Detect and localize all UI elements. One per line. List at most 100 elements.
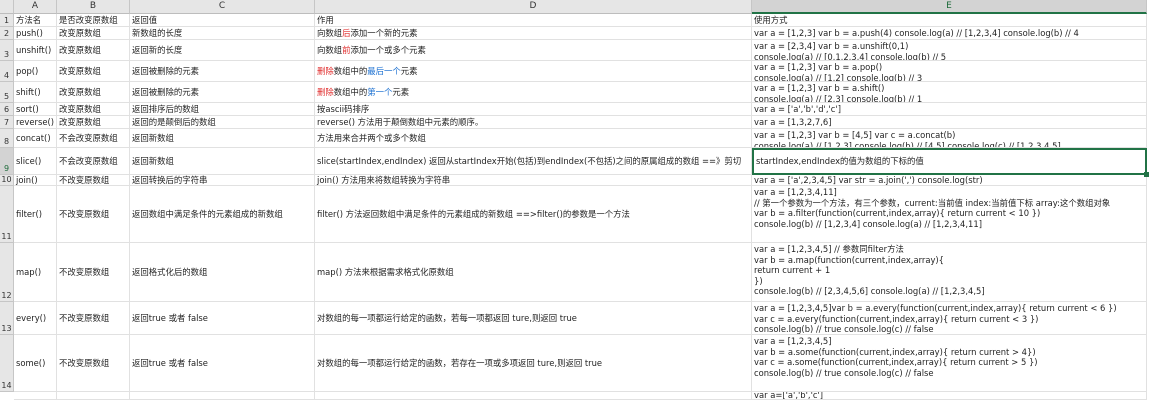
- cell-a15[interactable]: [14, 392, 57, 400]
- cell-a1[interactable]: 方法名: [14, 14, 57, 27]
- cell-d4[interactable]: 删除 数组中的 最后一个 元素: [315, 61, 752, 82]
- cell-c1[interactable]: 返回值: [130, 14, 315, 27]
- cell-text-line: startIndex,endIndex的值为数组的下标的值: [756, 156, 924, 167]
- cell-a5[interactable]: shift(): [14, 82, 57, 103]
- cell-d2[interactable]: 向数组后添加一个新的元素: [315, 27, 752, 40]
- cell-c11[interactable]: 返回数组中满足条件的元素组成的新数组: [130, 186, 315, 243]
- cell-b6[interactable]: 改变原数组: [57, 103, 130, 116]
- cell-d6[interactable]: 按ascii码排序: [315, 103, 752, 116]
- cell-c10[interactable]: 返回转换后的字符串: [130, 175, 315, 186]
- cell-b2[interactable]: 改变原数组: [57, 27, 130, 40]
- cell-e11[interactable]: var a = [1,2,3,4,11]// 第一个参数为一个方法，有三个参数，…: [752, 186, 1147, 243]
- row-header-11[interactable]: 11: [0, 186, 14, 243]
- cell-a8[interactable]: concat(): [14, 129, 57, 148]
- cell-a10[interactable]: join(): [14, 175, 57, 186]
- cell-c7[interactable]: 返回的是颠倒后的数组: [130, 116, 315, 129]
- cell-a7[interactable]: reverse(): [14, 116, 57, 129]
- cell-a2[interactable]: push(): [14, 27, 57, 40]
- cell-a14[interactable]: some(): [14, 335, 57, 392]
- cell-a6[interactable]: sort(): [14, 103, 57, 116]
- column-header-a[interactable]: A: [14, 0, 57, 14]
- cell-c8[interactable]: 返回新数组: [130, 129, 315, 148]
- cell-e10[interactable]: var a = ['a',2,3,4,5] var str = a.join('…: [752, 175, 1147, 186]
- row-header-13[interactable]: 13: [0, 302, 14, 335]
- cell-c12[interactable]: 返回格式化后的数组: [130, 243, 315, 302]
- cell-e7[interactable]: var a = [1,3,2,7,6] console.log(a.revers…: [752, 116, 1147, 129]
- cell-d13[interactable]: 对数组的每一项都运行给定的函数，若每一项都返回 ture,则返回 true: [315, 302, 752, 335]
- cell-e8[interactable]: var a = [1,2,3] var b = [4,5] var c = a.…: [752, 129, 1147, 148]
- cell-a12[interactable]: map(): [14, 243, 57, 302]
- cell-e1[interactable]: 使用方式: [752, 14, 1147, 27]
- cell-e15[interactable]: var a=['a','b','c']: [752, 392, 1147, 400]
- cell-c3[interactable]: 返回新的长度: [130, 40, 315, 61]
- cell-d7[interactable]: reverse() 方法用于颠倒数组中元素的顺序。: [315, 116, 752, 129]
- cell-c5[interactable]: 返回被删除的元素: [130, 82, 315, 103]
- cell-b1[interactable]: 是否改变原数组: [57, 14, 130, 27]
- column-header-d[interactable]: D: [315, 0, 752, 14]
- row-header-5[interactable]: 5: [0, 82, 14, 103]
- cell-e5[interactable]: var a = [1,2,3] var b = a.shift() console…: [752, 82, 1147, 103]
- cell-d1[interactable]: 作用: [315, 14, 752, 27]
- fill-handle[interactable]: [1144, 172, 1149, 177]
- cell-b8[interactable]: 不会改变原数组: [57, 129, 130, 148]
- cell-c9[interactable]: 返回新数组: [130, 148, 315, 175]
- cell-b15[interactable]: [57, 392, 130, 400]
- cell-text-line: var a = [1,2,3] var b = a.push(4) consol…: [754, 27, 1079, 38]
- cell-c6[interactable]: 返回排序后的数组: [130, 103, 315, 116]
- cell-d12[interactable]: map() 方法来根据需求格式化原数组: [315, 243, 752, 302]
- cell-e12[interactable]: var a = [1,2,3,4,5] // 参数同filter方法 var b …: [752, 243, 1147, 302]
- row-header-7[interactable]: 7: [0, 116, 14, 129]
- cell-text-line: console.log(b) // true console.log(c) //…: [754, 367, 934, 378]
- cell-b5[interactable]: 改变原数组: [57, 82, 130, 103]
- row-header-6[interactable]: 6: [0, 103, 14, 116]
- cell-e3[interactable]: var a = [2,3,4] var b = a.unshift(0,1) co…: [752, 40, 1147, 61]
- cell-b9[interactable]: 不会改变原数组: [57, 148, 130, 175]
- cell-b10[interactable]: 不改变原数组: [57, 175, 130, 186]
- row-header-1[interactable]: 1: [0, 14, 14, 27]
- cell-e2[interactable]: var a = [1,2,3] var b = a.push(4) consol…: [752, 27, 1147, 40]
- cell-d9[interactable]: slice(startIndex,endIndex) 返回从startIndex…: [315, 148, 752, 175]
- column-header-e[interactable]: E: [752, 0, 1147, 14]
- cell-a11[interactable]: filter(): [14, 186, 57, 243]
- row-header-12[interactable]: 12: [0, 243, 14, 302]
- cell-b13[interactable]: 不改变原数组: [57, 302, 130, 335]
- cell-e4[interactable]: var a = [1,2,3] var b = a.pop() console.l…: [752, 61, 1147, 82]
- cell-a9[interactable]: slice(): [14, 148, 57, 175]
- row-header-10[interactable]: 10: [0, 175, 14, 186]
- cell-a4[interactable]: pop(): [14, 61, 57, 82]
- cell-e13[interactable]: var a = [1,2,3,4,5]var b = a.every(funct…: [752, 302, 1147, 335]
- row-header-2[interactable]: 2: [0, 27, 14, 40]
- cell-d5[interactable]: 删除 数组中的 第一个 元素: [315, 82, 752, 103]
- cell-b4[interactable]: 改变原数组: [57, 61, 130, 82]
- cell-b11[interactable]: 不改变原数组: [57, 186, 130, 243]
- cell-d3[interactable]: 向数组前添加一个或多个元素: [315, 40, 752, 61]
- cell-e14[interactable]: var a = [1,2,3,4,5] var b = a.some(funct…: [752, 335, 1147, 392]
- cell-d15[interactable]: [315, 392, 752, 400]
- cell-c13[interactable]: 返回true 或者 false: [130, 302, 315, 335]
- cell-a13[interactable]: every(): [14, 302, 57, 335]
- column-header-b[interactable]: B: [57, 0, 130, 14]
- cell-c2[interactable]: 新数组的长度: [130, 27, 315, 40]
- cell-b7[interactable]: 改变原数组: [57, 116, 130, 129]
- cell-b12[interactable]: 不改变原数组: [57, 243, 130, 302]
- cell-b3[interactable]: 改变原数组: [57, 40, 130, 61]
- row-header-14[interactable]: 14: [0, 335, 14, 392]
- cell-d8[interactable]: 方法用来合并两个或多个数组: [315, 129, 752, 148]
- cell-c4[interactable]: 返回被删除的元素: [130, 61, 315, 82]
- cell-b14[interactable]: 不改变原数组: [57, 335, 130, 392]
- column-header-c[interactable]: C: [130, 0, 315, 14]
- cell-d10[interactable]: join() 方法用来将数组转换为字符串: [315, 175, 752, 186]
- cell-d14[interactable]: 对数组的每一项都运行给定的函数，若存在一项或多项返回 ture,则返回 true: [315, 335, 752, 392]
- row-header-8[interactable]: 8: [0, 129, 14, 148]
- cell-c15[interactable]: [130, 392, 315, 400]
- cell-a3[interactable]: unshift(): [14, 40, 57, 61]
- select-all-corner[interactable]: [0, 0, 14, 14]
- cell-e9[interactable]: startIndex,endIndex的值为数组的下标的值: [752, 148, 1147, 175]
- cell-d11[interactable]: filter() 方法返回数组中满足条件的元素组成的新数组 ==>filter(…: [315, 186, 752, 243]
- row-header-4[interactable]: 4: [0, 61, 14, 82]
- cell-e6[interactable]: var a = ['a','b','d','c']console.log(a.s…: [752, 103, 1147, 116]
- spreadsheet-grid[interactable]: A B C D E 1 2 3 4 5 6 7 8 9 10 11 12 13 14 方法名 是否改变原数组 返回值 作用使…: [0, 0, 1157, 400]
- row-header-3[interactable]: 3: [0, 40, 14, 61]
- cell-c14[interactable]: 返回true 或者 false: [130, 335, 315, 392]
- row-header-9[interactable]: 9: [0, 148, 14, 175]
